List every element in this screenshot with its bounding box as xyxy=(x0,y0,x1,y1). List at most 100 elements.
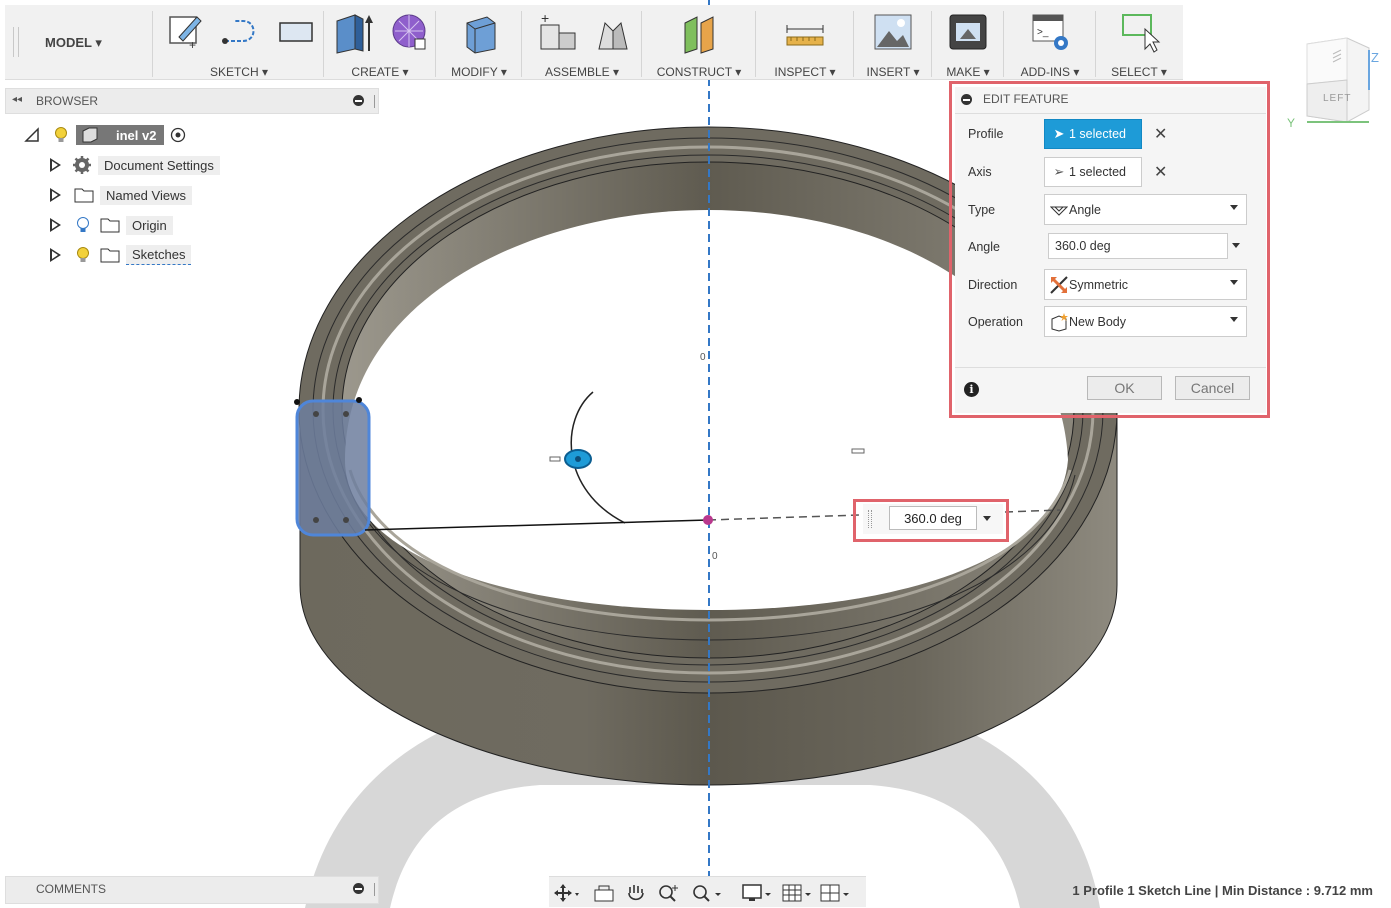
type-dropdown[interactable]: Angle xyxy=(1044,194,1247,225)
dialog-collapse-icon[interactable] xyxy=(961,94,972,105)
view-cube-graphic[interactable] xyxy=(1285,30,1385,140)
browser-title: BROWSER xyxy=(36,94,99,108)
expand-arrow-icon[interactable] xyxy=(50,248,62,262)
construct-menu[interactable]: CONSTRUCT ▾ xyxy=(643,65,755,79)
view-cube[interactable]: LEFT Y Z xyxy=(1285,30,1385,140)
offset-plane-icon[interactable] xyxy=(679,11,719,55)
create-group: CREATE ▾ xyxy=(325,5,435,79)
selected-profile[interactable] xyxy=(294,397,371,537)
direction-dropdown[interactable]: Symmetric xyxy=(1044,269,1247,300)
folder-icon xyxy=(100,248,120,263)
addins-menu-label: ADD-INS xyxy=(1020,65,1070,79)
profile-value: 1 selected xyxy=(1069,127,1126,141)
collapse-root-icon[interactable] xyxy=(24,127,40,143)
form-icon[interactable] xyxy=(389,11,429,55)
select-menu[interactable]: SELECT ▾ xyxy=(1097,65,1181,79)
zoom-window-icon[interactable] xyxy=(691,883,725,903)
display-settings-icon[interactable] xyxy=(741,883,775,903)
construct-menu-label: CONSTRUCT xyxy=(656,65,732,79)
3d-print-icon[interactable] xyxy=(948,11,988,55)
inspect-group: INSPECT ▾ xyxy=(757,5,853,79)
angle-label: Angle xyxy=(968,240,1000,254)
drag-grip-icon[interactable] xyxy=(868,510,872,528)
grid-settings-icon[interactable] xyxy=(781,883,815,903)
extrude-icon[interactable] xyxy=(333,11,375,55)
orbit-icon[interactable] xyxy=(553,883,583,903)
browser-root-row[interactable]: inel v2 xyxy=(24,124,186,146)
folder-icon xyxy=(74,188,94,203)
browser-minimize-icon[interactable] xyxy=(353,95,364,106)
type-value: Angle xyxy=(1069,202,1101,217)
info-icon[interactable]: i xyxy=(964,382,979,397)
chevron-down-icon xyxy=(1230,205,1238,210)
viewports-icon[interactable] xyxy=(819,883,853,903)
visibility-bulb-icon[interactable] xyxy=(76,246,90,264)
insert-image-icon[interactable] xyxy=(873,11,913,55)
chevron-down-icon[interactable] xyxy=(983,516,991,521)
expand-arrow-icon[interactable] xyxy=(50,158,62,172)
inspect-menu[interactable]: INSPECT ▾ xyxy=(757,65,853,79)
angle-dimension-input[interactable] xyxy=(889,506,977,530)
profile-select-button[interactable]: ➤ 1 selected xyxy=(1044,119,1142,149)
select-icon[interactable] xyxy=(1121,11,1161,55)
visibility-bulb-off-icon[interactable] xyxy=(76,216,90,234)
modify-group: MODIFY ▾ xyxy=(437,5,521,79)
svg-text:+: + xyxy=(189,38,196,51)
operation-label: Operation xyxy=(968,315,1023,329)
axis-y-label: Y xyxy=(1287,116,1296,130)
activate-component-icon[interactable] xyxy=(170,127,186,143)
insert-menu[interactable]: INSERT ▾ xyxy=(855,65,931,79)
comments-add-icon[interactable] xyxy=(353,883,364,894)
line-icon[interactable] xyxy=(221,11,261,51)
modify-menu[interactable]: MODIFY ▾ xyxy=(437,65,521,79)
new-component-icon[interactable]: + xyxy=(537,11,579,55)
modify-menu-label: MODIFY xyxy=(451,65,498,79)
operation-dropdown[interactable]: New Body xyxy=(1044,306,1247,337)
visibility-bulb-icon[interactable] xyxy=(54,126,68,144)
workspace-label: MODEL xyxy=(45,35,92,50)
axis-select-button[interactable]: ➢ 1 selected xyxy=(1044,157,1142,187)
clear-axis-icon[interactable]: ✕ xyxy=(1154,162,1167,182)
angle-dropdown-icon[interactable] xyxy=(1232,243,1240,248)
comments-panel-header[interactable]: COMMENTS xyxy=(5,876,379,904)
type-label: Type xyxy=(968,203,996,217)
create-sketch-icon[interactable]: + xyxy=(167,11,203,51)
workspace-switcher[interactable]: MODEL ▾ xyxy=(45,35,102,51)
browser-item-sketches[interactable]: Sketches xyxy=(50,244,192,266)
component-icon xyxy=(82,127,98,143)
angle-input[interactable] xyxy=(1048,233,1228,259)
expand-arrow-icon[interactable] xyxy=(50,218,62,232)
measure-icon[interactable] xyxy=(785,11,825,55)
navigation-bar xyxy=(549,876,866,907)
axis-z-label: Z xyxy=(1371,50,1379,65)
cancel-button[interactable]: Cancel xyxy=(1175,376,1250,400)
pan-hand-icon[interactable] xyxy=(625,883,647,903)
new-body-icon xyxy=(1051,312,1068,332)
browser-item-origin[interactable]: Origin xyxy=(50,214,173,236)
rectangle-icon[interactable] xyxy=(277,11,317,51)
look-at-icon[interactable] xyxy=(593,883,615,903)
addins-menu[interactable]: ADD-INS ▾ xyxy=(1005,65,1095,79)
press-pull-icon[interactable] xyxy=(461,11,501,55)
scripts-icon[interactable]: >_ xyxy=(1031,11,1071,55)
make-menu[interactable]: MAKE ▾ xyxy=(933,65,1003,79)
clear-profile-icon[interactable]: ✕ xyxy=(1154,124,1167,144)
zoom-icon[interactable] xyxy=(657,883,681,903)
joint-icon[interactable] xyxy=(593,11,633,55)
make-group: MAKE ▾ xyxy=(933,5,1003,79)
collapse-browser-icon[interactable]: ◂◂ xyxy=(12,94,22,105)
assemble-menu[interactable]: ASSEMBLE ▾ xyxy=(523,65,641,79)
status-bar-text: 1 Profile 1 Sketch Line | Min Distance :… xyxy=(1072,883,1373,898)
expand-arrow-icon[interactable] xyxy=(50,188,62,202)
browser-item-document-settings[interactable]: Document Settings xyxy=(50,154,220,176)
browser-item-named-views[interactable]: Named Views xyxy=(50,184,192,206)
folder-icon xyxy=(100,218,120,233)
addins-group: >_ ADD-INS ▾ xyxy=(1005,5,1095,79)
create-menu[interactable]: CREATE ▾ xyxy=(325,65,435,79)
toolbar-grip[interactable] xyxy=(13,27,19,57)
sketch-menu[interactable]: SKETCH ▾ xyxy=(155,65,323,79)
ok-button[interactable]: OK xyxy=(1087,376,1162,400)
root-component[interactable]: inel v2 xyxy=(76,125,165,145)
angle-type-icon xyxy=(1050,206,1068,216)
assemble-menu-label: ASSEMBLE xyxy=(544,65,610,79)
